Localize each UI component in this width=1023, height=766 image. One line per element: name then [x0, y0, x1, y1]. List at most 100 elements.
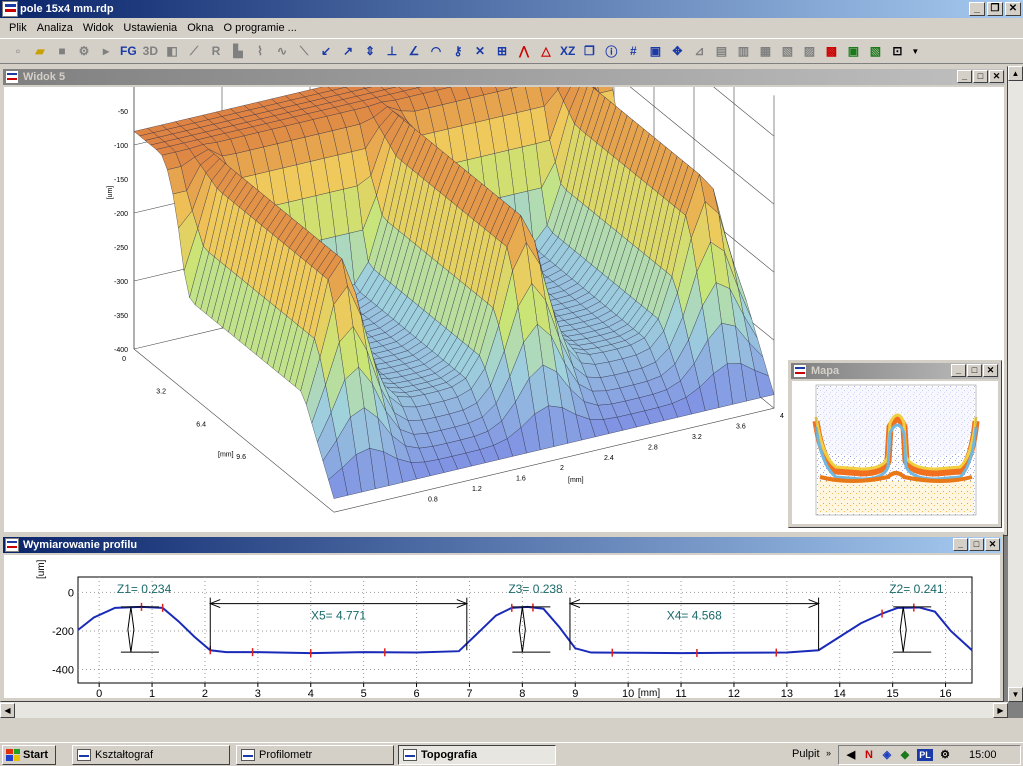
profil-minimize-button[interactable]: _: [953, 538, 968, 551]
minimize-button[interactable]: _: [969, 2, 985, 16]
scale-icon[interactable]: ⊿: [689, 41, 709, 61]
horizontal-scrollbar[interactable]: ◀ ▶: [0, 702, 1008, 718]
cross-icon[interactable]: ✕: [470, 41, 490, 61]
excel-icon[interactable]: ▣: [843, 41, 863, 61]
tray-app-icon[interactable]: ⚙: [939, 749, 951, 761]
start-button[interactable]: Start: [2, 744, 56, 765]
scroll-right-button[interactable]: ▶: [993, 703, 1008, 718]
scroll-up-button[interactable]: ▲: [1008, 66, 1023, 81]
distance-measure-icon[interactable]: ↗: [338, 41, 358, 61]
image-icon[interactable]: ▧: [865, 41, 885, 61]
bearing-curve-icon[interactable]: ⌇: [250, 41, 270, 61]
filter-icon[interactable]: ▸: [96, 41, 116, 61]
profile-chart-icon[interactable]: ⟋: [184, 41, 204, 61]
taskbar-ksztaltograf[interactable]: Kształtograf: [72, 744, 230, 765]
y-tick-label: 4: [780, 413, 784, 420]
close-button[interactable]: ✕: [1005, 2, 1021, 16]
x-tick-label: 3.2: [156, 389, 166, 396]
vertical-scrollbar[interactable]: ▲ ▼: [1008, 66, 1023, 702]
settings-icon[interactable]: ⊡: [887, 41, 907, 61]
profile-x-tick-label: 6: [413, 688, 419, 698]
spectrum-icon[interactable]: ∿: [272, 41, 292, 61]
document-icon[interactable]: ▤: [711, 41, 731, 61]
stop-icon[interactable]: ■: [52, 41, 72, 61]
x-tick-label: 0: [122, 356, 126, 363]
z-tick-label: -400: [114, 347, 128, 354]
peak-icon[interactable]: ⋀: [514, 41, 534, 61]
level-icon[interactable]: ⊞: [492, 41, 512, 61]
pulpit-chevron-icon[interactable]: »: [826, 748, 831, 758]
three-d-button[interactable]: 3D: [141, 41, 160, 61]
report-icon[interactable]: ▨: [799, 41, 819, 61]
grid-icon[interactable]: #: [623, 41, 643, 61]
network-icon[interactable]: ◈: [881, 749, 893, 761]
trend-icon[interactable]: ⟍: [294, 41, 314, 61]
monitor-icon[interactable]: ▣: [645, 41, 665, 61]
menu-widok[interactable]: Widok: [78, 22, 119, 34]
mapa-maximize-button[interactable]: □: [967, 364, 982, 377]
scroll-down-button[interactable]: ▼: [1008, 687, 1023, 702]
page2-icon[interactable]: ▦: [755, 41, 775, 61]
antivirus-icon[interactable]: N: [863, 749, 875, 761]
info-icon[interactable]: ⓘ: [601, 41, 621, 61]
angle-measure-icon[interactable]: ∠: [404, 41, 424, 61]
taskbar-topografia[interactable]: Topografia: [398, 744, 556, 765]
y-tick-label: 0.8: [428, 496, 438, 503]
mapa-titlebar[interactable]: Mapa _ □ ✕: [791, 363, 999, 379]
x-measure-label: X5= 4.771: [311, 609, 366, 623]
profil-maximize-button[interactable]: □: [969, 538, 984, 551]
widok-maximize-button[interactable]: □: [973, 70, 988, 83]
widok-minimize-button[interactable]: _: [957, 70, 972, 83]
menu-plik[interactable]: Plik: [4, 22, 32, 34]
xz-button[interactable]: XZ: [558, 41, 577, 61]
surface-icon[interactable]: ◧: [162, 41, 182, 61]
fg-button[interactable]: FG: [118, 41, 139, 61]
mapa-close-button[interactable]: ✕: [983, 364, 998, 377]
profile-y-axis-label: [um]: [36, 559, 47, 579]
radius-measure-icon[interactable]: ◠: [426, 41, 446, 61]
menu-ustawienia[interactable]: Ustawienia: [118, 22, 182, 34]
profile-x-tick-label: 11: [675, 688, 686, 698]
topografia-icon: [403, 748, 417, 761]
security-icon[interactable]: ◆: [899, 749, 911, 761]
chevron-down-icon[interactable]: ▼: [909, 41, 921, 61]
language-icon[interactable]: PL: [917, 749, 933, 761]
x-axis-label: [mm]: [218, 452, 234, 459]
point-measure-icon[interactable]: ↙: [316, 41, 336, 61]
menu-o-programie[interactable]: O programie ...: [218, 22, 301, 34]
widok-close-button[interactable]: ✕: [989, 70, 1004, 83]
menu-okna[interactable]: Okna: [182, 22, 218, 34]
taskbar-profilometr[interactable]: Profilometr: [236, 744, 394, 765]
height-measure-icon[interactable]: ⇕: [360, 41, 380, 61]
z-measure-label: Z2= 0.241: [889, 582, 944, 596]
page3-icon[interactable]: ▧: [777, 41, 797, 61]
mapa-minimize-button[interactable]: _: [951, 364, 966, 377]
tools-icon[interactable]: ⚙: [74, 41, 94, 61]
page-icon[interactable]: ▥: [733, 41, 753, 61]
histogram-icon[interactable]: ▙: [228, 41, 248, 61]
roughness-icon[interactable]: R: [206, 41, 226, 61]
profil-titlebar[interactable]: Wymiarowanie profilu _ □ ✕: [3, 537, 1001, 553]
app-titlebar[interactable]: pole 15x4 mm.rdp _ ❐ ✕: [0, 0, 1023, 18]
y-tick-label: 2.8: [648, 444, 658, 451]
scroll-left-button[interactable]: ◀: [0, 703, 15, 718]
new-file-icon[interactable]: ▫: [8, 41, 28, 61]
triangle-icon[interactable]: △: [536, 41, 556, 61]
key-icon[interactable]: ⚷: [448, 41, 468, 61]
copy-icon[interactable]: ❐: [579, 41, 599, 61]
pulpit-label[interactable]: Pulpit: [792, 748, 820, 760]
profile-y-tick-label: 0: [68, 587, 74, 599]
mapa-view[interactable]: [792, 381, 998, 524]
widok-titlebar[interactable]: Widok 5 _ □ ✕: [3, 69, 1005, 85]
step-measure-icon[interactable]: ⊥: [382, 41, 402, 61]
menu-analiza[interactable]: Analiza: [32, 22, 78, 34]
profil-view[interactable]: 0 1 2 3 4 5 6 7 8 9 10 11 12 13 14 15 16 0 -200 -400 Z1= 0.…: [4, 555, 1000, 698]
speaker-icon[interactable]: ◀: [845, 749, 857, 761]
profile-x-tick-label: 14: [834, 688, 846, 698]
restore-button[interactable]: ❐: [987, 2, 1003, 16]
open-folder-icon[interactable]: ▰: [30, 41, 50, 61]
export-icon[interactable]: ▩: [821, 41, 841, 61]
profil-close-button[interactable]: ✕: [985, 538, 1000, 551]
move-icon[interactable]: ✥: [667, 41, 687, 61]
profile-y-tick-label: -400: [52, 665, 74, 677]
